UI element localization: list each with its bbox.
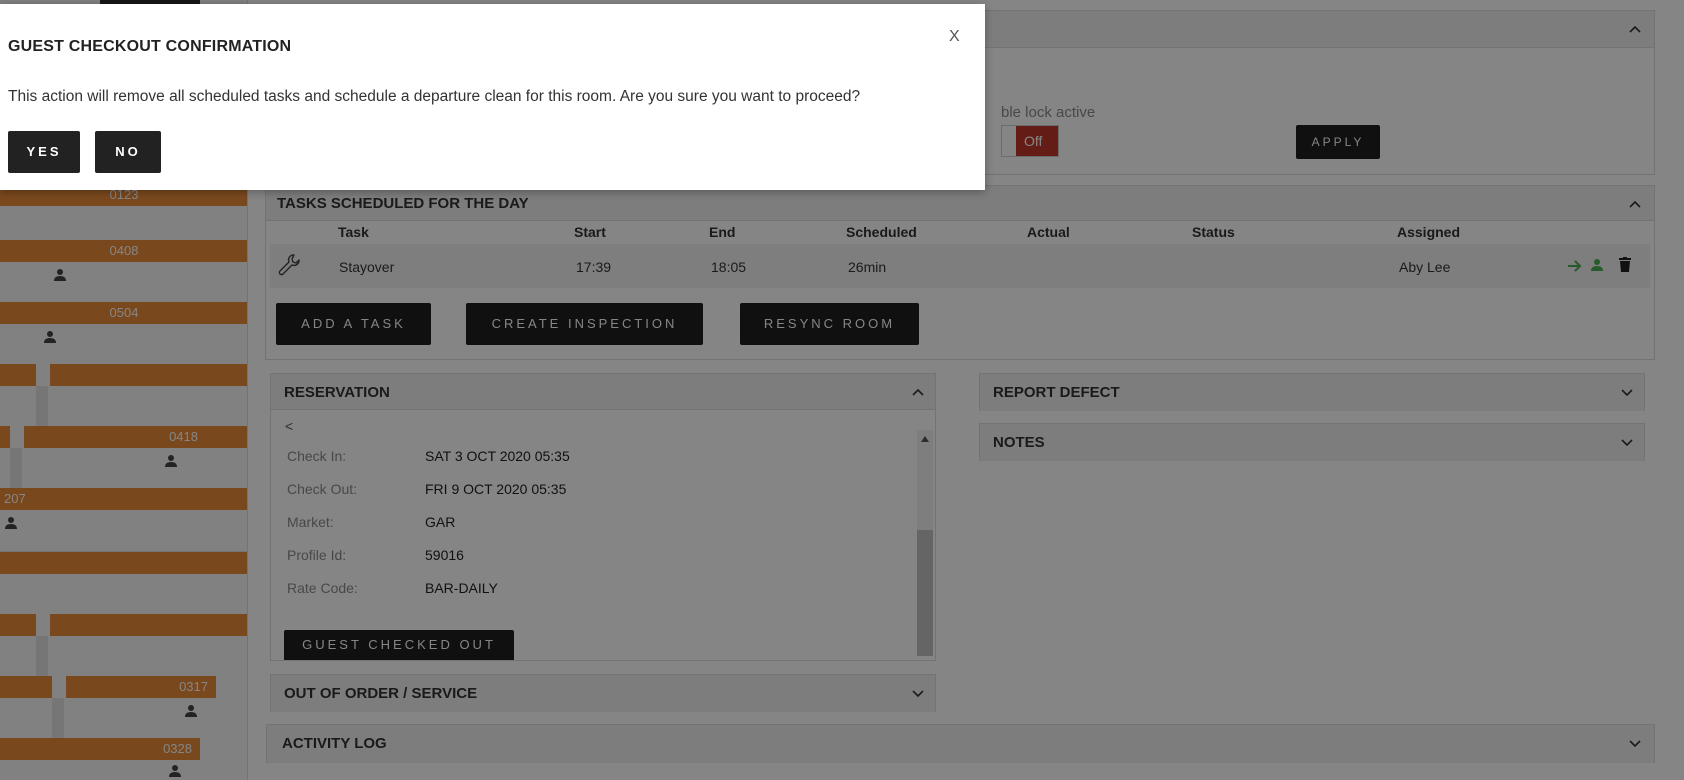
modal-message: This action will remove all scheduled ta…	[8, 88, 861, 105]
no-button[interactable]: NO	[95, 131, 161, 173]
yes-button[interactable]: YES	[8, 131, 80, 173]
modal-title: GUEST CHECKOUT CONFIRMATION	[8, 38, 292, 55]
guest-checkout-modal: GUEST CHECKOUT CONFIRMATION X This actio…	[0, 4, 985, 190]
close-icon[interactable]: X	[949, 28, 960, 46]
